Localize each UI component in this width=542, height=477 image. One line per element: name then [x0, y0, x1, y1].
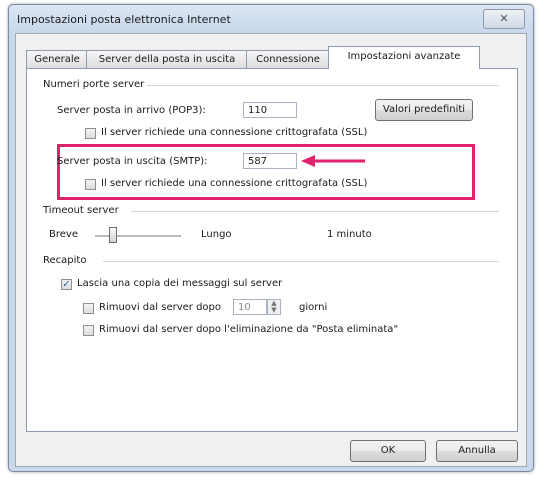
outgoing-port-label: Server posta in uscita (SMTP): [57, 156, 208, 167]
delivery-section-label: Recapito [43, 255, 87, 266]
divider [103, 261, 499, 262]
title-bar[interactable]: Impostazioni posta elettronica Internet … [9, 5, 533, 33]
tab-advanced-settings[interactable]: Impostazioni avanzate [328, 46, 480, 69]
outgoing-ssl-label: Il server richiede una connessione critt… [101, 178, 368, 189]
remove-after-checkbox[interactable] [83, 303, 94, 314]
days-unit-label: giorni [299, 302, 328, 313]
timeout-section-label: Timeout server [43, 205, 119, 216]
incoming-port-label: Server posta in arrivo (POP3): [57, 105, 206, 116]
advanced-settings-panel: Numeri porte server Server posta in arri… [26, 68, 518, 432]
remove-deleted-checkbox[interactable] [83, 325, 94, 336]
outgoing-ssl-checkbox[interactable] [85, 179, 96, 190]
incoming-ssl-checkbox[interactable] [85, 128, 96, 139]
close-icon: ✕ [499, 12, 509, 25]
leave-copy-label: Lascia una copia dei messaggi sul server [77, 278, 283, 289]
close-button[interactable]: ✕ [483, 9, 525, 29]
server-ports-section-label: Numeri porte server [43, 79, 145, 90]
days-spinner[interactable]: ▲ ▼ [267, 299, 281, 315]
divider [131, 211, 499, 212]
dialog-client-area: Generale Server della posta in uscita Co… [15, 33, 527, 467]
timeout-long-label: Lungo [201, 229, 232, 240]
tab-generale[interactable]: Generale [26, 50, 88, 69]
annotation-arrow-icon [301, 155, 365, 167]
leave-copy-checkbox[interactable]: ✓ [61, 279, 72, 290]
divider [147, 85, 499, 86]
remove-after-label: Rimuovi dal server dopo [99, 302, 221, 313]
dialog-title: Impostazioni posta elettronica Internet [17, 13, 231, 26]
timeout-value: 1 minuto [327, 229, 372, 240]
settings-dialog: Impostazioni posta elettronica Internet … [8, 4, 534, 472]
timeout-short-label: Breve [49, 229, 78, 240]
tab-outgoing-server[interactable]: Server della posta in uscita [86, 50, 248, 69]
ok-button[interactable]: OK [350, 440, 426, 462]
incoming-ssl-label: Il server richiede una connessione critt… [101, 127, 368, 138]
remove-deleted-label: Rimuovi dal server dopo l'eliminazione d… [99, 324, 399, 335]
restore-defaults-button[interactable]: Valori predefiniti [375, 99, 473, 121]
cancel-button[interactable]: Annulla [436, 440, 518, 462]
timeout-slider-track [95, 235, 181, 237]
remove-after-days-input[interactable]: 10 [233, 299, 267, 315]
incoming-port-input[interactable]: 110 [243, 102, 297, 118]
timeout-slider-thumb[interactable] [109, 227, 117, 243]
tab-connection[interactable]: Connessione [246, 50, 330, 69]
outgoing-port-input[interactable]: 587 [243, 153, 297, 169]
